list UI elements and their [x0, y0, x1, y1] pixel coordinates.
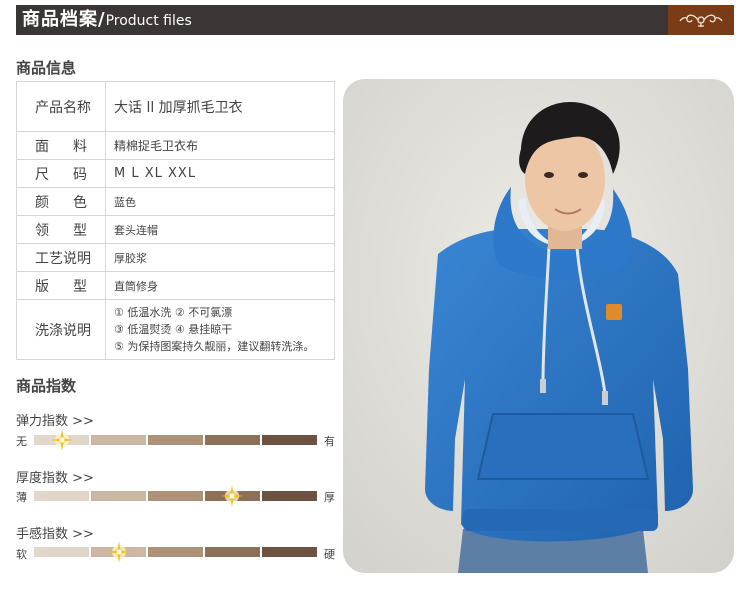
sparkle-star-icon	[51, 429, 74, 451]
wash-line: ③ 低温熨烫 ④ 悬挂晾干	[114, 323, 233, 336]
spec-value: 直筒修身	[105, 271, 335, 300]
meter-segment	[91, 491, 146, 501]
spec-key: 版型	[16, 271, 106, 300]
info-heading: 商品信息	[16, 59, 77, 77]
meter-min-label: 薄	[16, 491, 27, 504]
meter-segment	[262, 491, 317, 501]
page-title: 商品档案/Product files	[22, 7, 192, 33]
spec-value: M L XL XXL	[105, 159, 335, 188]
spec-key: 产品名称	[16, 81, 106, 132]
wash-line: ⑤ 为保持图案持久靓丽，建议翻转洗涤。	[114, 340, 315, 353]
sparkle-star-icon	[221, 485, 244, 507]
meter-segment	[34, 491, 89, 501]
spec-row-name: 产品名称 大话 ll 加厚抓毛卫衣	[16, 81, 335, 132]
meter-label: 手感指数 >>	[16, 527, 94, 542]
spec-key: 工艺说明	[16, 243, 106, 272]
spec-value: 精棉捉毛卫衣布	[105, 131, 335, 160]
badge	[606, 304, 622, 320]
title-cn: 商品档案/	[22, 9, 106, 30]
spec-value: 蓝色	[105, 187, 335, 216]
sparkle-star-icon	[107, 541, 130, 563]
meter-min-label: 无	[16, 435, 27, 448]
wash-line: ① 低温水洗 ② 不可氯漂	[114, 306, 233, 319]
meter-segment	[262, 435, 317, 445]
meter-segment	[262, 547, 317, 557]
meter-max-label: 厚	[324, 491, 335, 504]
header-ornament	[668, 5, 734, 35]
spec-row-color: 颜色 蓝色	[16, 187, 335, 216]
spec-row-fit: 版型 直筒修身	[16, 271, 335, 300]
spec-row-wash: 洗涤说明 ① 低温水洗 ② 不可氯漂 ③ 低温熨烫 ④ 悬挂晾干 ⑤ 为保持图案…	[16, 299, 335, 360]
spec-row-fabric: 面料 精棉捉毛卫衣布	[16, 131, 335, 160]
spec-key: 颜色	[16, 187, 106, 216]
wash-instructions: ① 低温水洗 ② 不可氯漂 ③ 低温熨烫 ④ 悬挂晾干 ⑤ 为保持图案持久靓丽，…	[105, 299, 335, 360]
meter-label: 厚度指数 >>	[16, 471, 94, 486]
spec-row-craft: 工艺说明 厚胶浆	[16, 243, 335, 272]
spec-row-size: 尺码 M L XL XXL	[16, 159, 335, 188]
meter-max-label: 硬	[324, 548, 335, 561]
meter-segment	[205, 547, 260, 557]
index-heading: 商品指数	[16, 377, 77, 395]
spec-value: 厚胶浆	[105, 243, 335, 272]
scroll-ornament-icon	[679, 14, 723, 27]
meter-max-label: 有	[324, 435, 335, 448]
meter-segment	[91, 435, 146, 445]
meter-segment	[34, 547, 89, 557]
product-photo	[343, 79, 734, 573]
header-bar: 商品档案/Product files	[16, 5, 734, 35]
meter-label: 弹力指数 >>	[16, 414, 94, 429]
spec-key: 洗涤说明	[16, 299, 106, 360]
spec-key: 面料	[16, 131, 106, 160]
spec-value: 大话 ll 加厚抓毛卫衣	[105, 81, 335, 132]
spec-key: 领型	[16, 215, 106, 244]
meter-segment	[205, 435, 260, 445]
spec-table: 产品名称 大话 ll 加厚抓毛卫衣 面料 精棉捉毛卫衣布 尺码 M L XL X…	[16, 81, 335, 360]
meter-segment	[148, 435, 203, 445]
title-en: Product files	[105, 13, 192, 29]
meter-min-label: 软	[16, 548, 27, 561]
spec-key: 尺码	[16, 159, 106, 188]
spec-row-collar: 领型 套头连帽	[16, 215, 335, 244]
meter-segment	[148, 547, 203, 557]
spec-value: 套头连帽	[105, 215, 335, 244]
meter-segment	[148, 491, 203, 501]
